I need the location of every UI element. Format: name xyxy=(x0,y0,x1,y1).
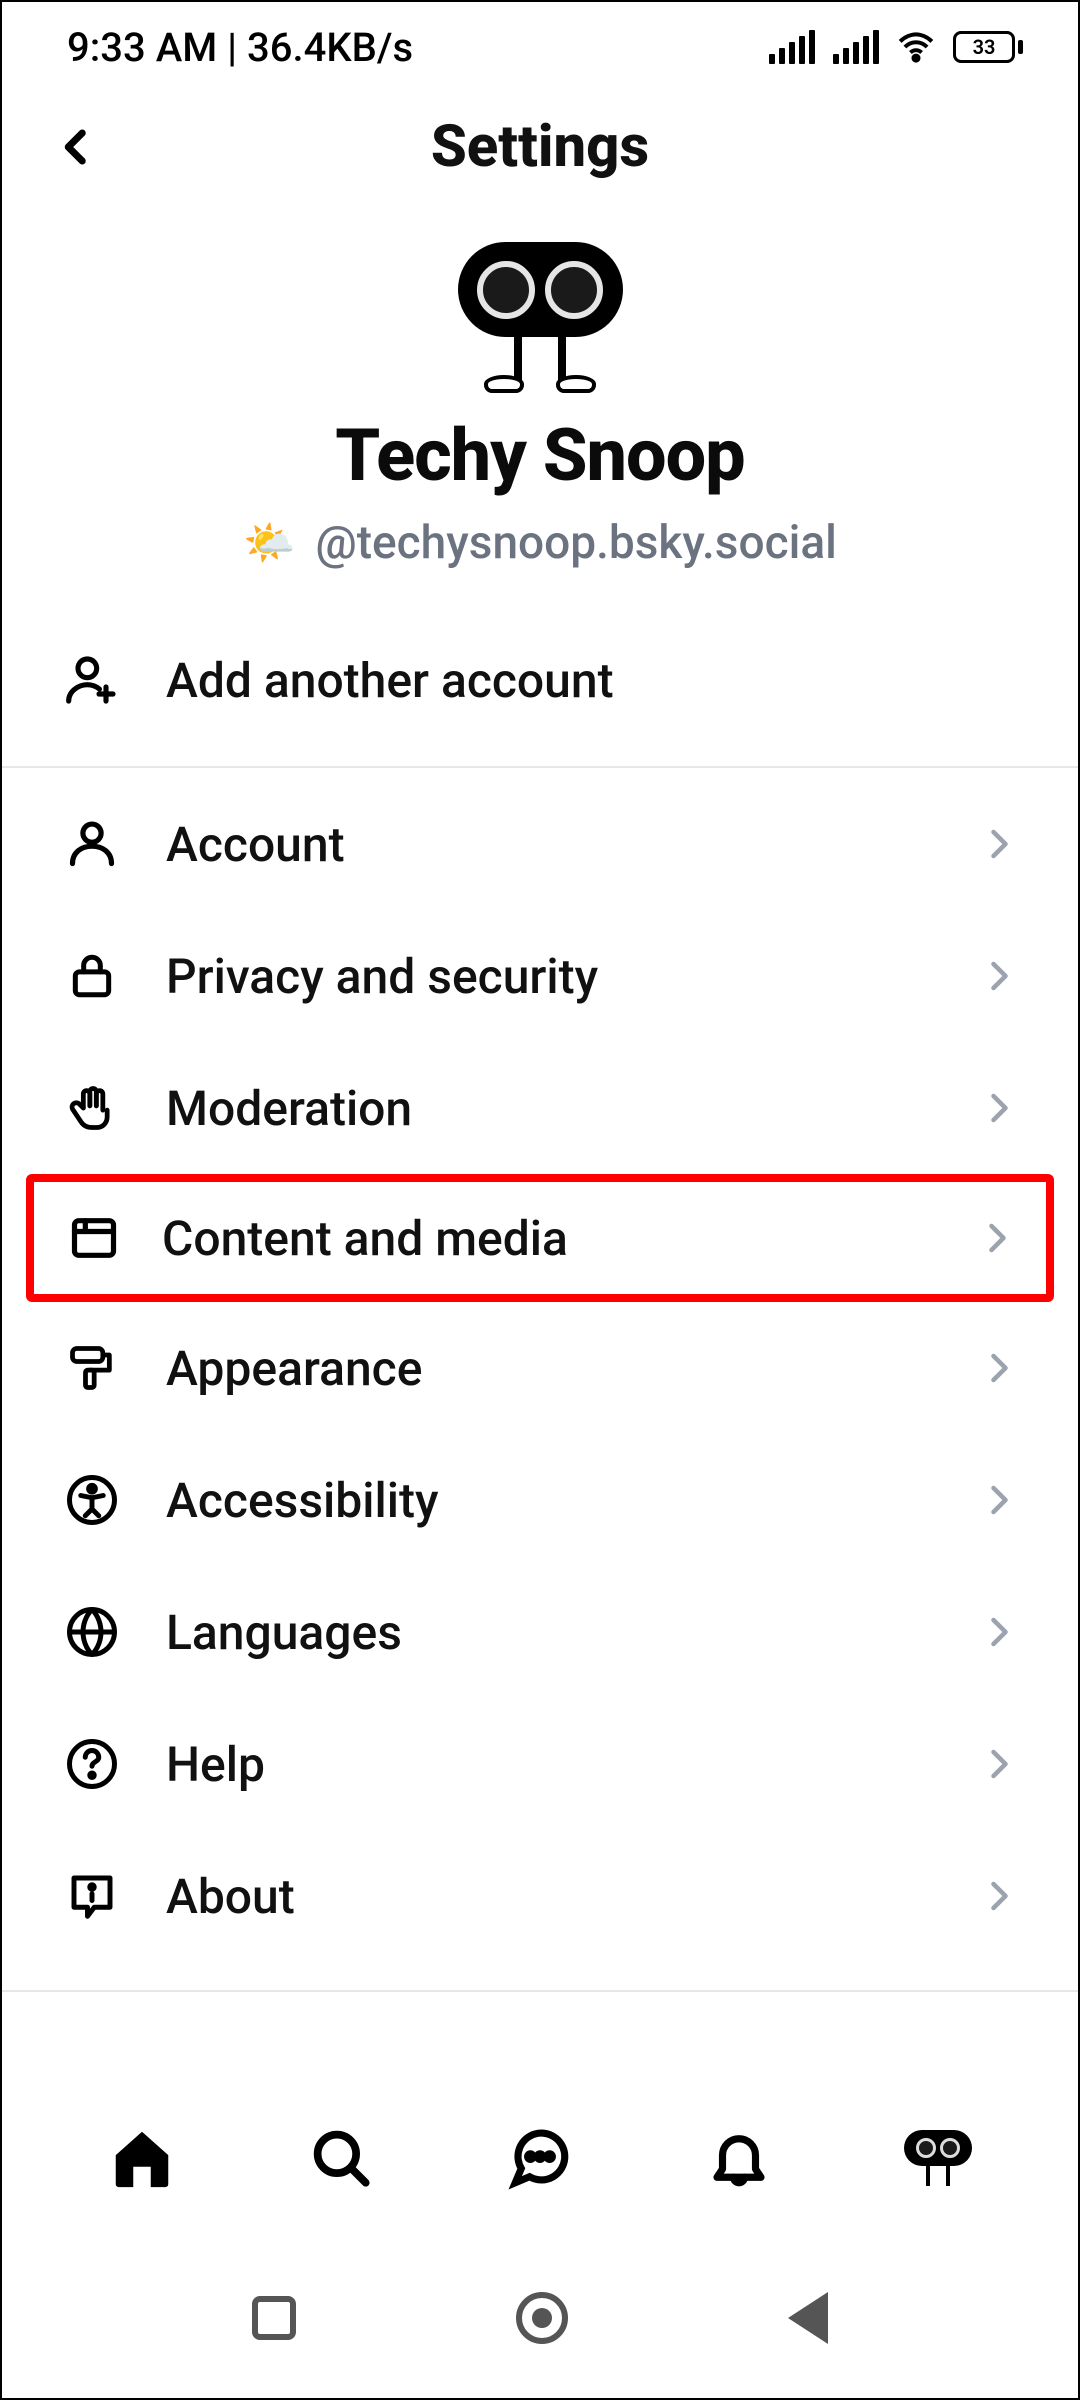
menu-label: Privacy and security xyxy=(122,948,978,1005)
profile-section: Techy Snoop 🌤️ @techysnoop.bsky.social xyxy=(2,202,1078,600)
header: Settings xyxy=(2,92,1078,202)
menu-item-account[interactable]: Account xyxy=(2,778,1078,910)
menu-item-privacy[interactable]: Privacy and security xyxy=(2,910,1078,1042)
lock-icon xyxy=(62,946,122,1006)
bell-icon xyxy=(706,2125,772,2191)
menu-item-accessibility[interactable]: Accessibility xyxy=(2,1434,1078,1566)
accessibility-icon xyxy=(62,1470,122,1530)
profile-handle: @techysnoop.bsky.social xyxy=(315,516,836,570)
tab-search[interactable] xyxy=(301,2118,381,2198)
chevron-right-icon xyxy=(978,956,1018,996)
avatar[interactable] xyxy=(2,242,1078,383)
globe-icon xyxy=(62,1602,122,1662)
chevron-right-icon xyxy=(978,1876,1018,1916)
chevron-right-icon xyxy=(978,1612,1018,1652)
android-recents-button[interactable] xyxy=(252,2296,296,2340)
status-time: 9:33 AM xyxy=(67,24,217,71)
tab-home[interactable] xyxy=(102,2118,182,2198)
android-home-button[interactable] xyxy=(516,2292,568,2344)
chat-icon xyxy=(507,2125,573,2191)
menu-label: Content and media xyxy=(124,1210,976,1267)
chevron-right-icon xyxy=(978,1348,1018,1388)
wifi-icon xyxy=(897,28,935,66)
menu-label: Account xyxy=(122,816,978,873)
add-user-icon xyxy=(62,650,122,710)
signal-icon-2 xyxy=(833,30,879,64)
menu-label: Languages xyxy=(122,1604,978,1661)
chevron-right-icon xyxy=(978,1088,1018,1128)
hand-icon xyxy=(62,1078,122,1138)
battery-indicator: 33 xyxy=(953,31,1023,63)
chevron-right-icon xyxy=(978,1744,1018,1784)
menu-label: About xyxy=(122,1868,978,1925)
sun-icon: 🌤️ xyxy=(243,519,295,568)
profile-name: Techy Snoop xyxy=(2,413,1078,498)
menu-label: Appearance xyxy=(122,1340,978,1397)
menu-label: Help xyxy=(122,1736,978,1793)
android-back-button[interactable] xyxy=(788,2292,828,2344)
android-nav-bar xyxy=(2,2238,1078,2398)
add-account-label: Add another account xyxy=(122,652,1018,709)
menu-item-help[interactable]: Help xyxy=(2,1698,1078,1830)
tab-profile[interactable] xyxy=(898,2118,978,2198)
search-icon xyxy=(308,2125,374,2191)
avatar-mini-icon xyxy=(904,2130,972,2186)
menu-item-content-media[interactable]: Content and media xyxy=(26,1174,1054,1302)
info-icon xyxy=(62,1866,122,1926)
window-icon xyxy=(64,1208,124,1268)
menu-item-moderation[interactable]: Moderation xyxy=(2,1042,1078,1174)
tab-notifications[interactable] xyxy=(699,2118,779,2198)
avatar-icon xyxy=(458,242,623,337)
chevron-right-icon xyxy=(976,1218,1016,1258)
status-right: 33 xyxy=(769,28,1023,66)
add-account-row[interactable]: Add another account xyxy=(2,614,1078,746)
menu-label: Moderation xyxy=(122,1080,978,1137)
chevron-right-icon xyxy=(978,1480,1018,1520)
battery-pct: 33 xyxy=(953,31,1015,63)
menu-item-about[interactable]: About xyxy=(2,1830,1078,1962)
status-time-speed: 9:33 AM | 36.4KB/s xyxy=(67,24,413,71)
home-icon xyxy=(107,2123,177,2193)
signal-icon-1 xyxy=(769,30,815,64)
status-bar: 9:33 AM | 36.4KB/s 33 xyxy=(2,2,1078,92)
status-net-speed: 36.4KB/s xyxy=(247,24,413,71)
user-icon xyxy=(62,814,122,874)
menu-item-languages[interactable]: Languages xyxy=(2,1566,1078,1698)
page-title: Settings xyxy=(42,113,1038,181)
chevron-right-icon xyxy=(978,824,1018,864)
paint-roller-icon xyxy=(62,1338,122,1398)
tab-chat[interactable] xyxy=(500,2118,580,2198)
tab-bar xyxy=(2,2088,1078,2228)
menu-item-appearance[interactable]: Appearance xyxy=(2,1302,1078,1434)
divider xyxy=(2,766,1078,768)
divider xyxy=(2,1990,1078,1992)
help-icon xyxy=(62,1734,122,1794)
menu-label: Accessibility xyxy=(122,1472,978,1529)
